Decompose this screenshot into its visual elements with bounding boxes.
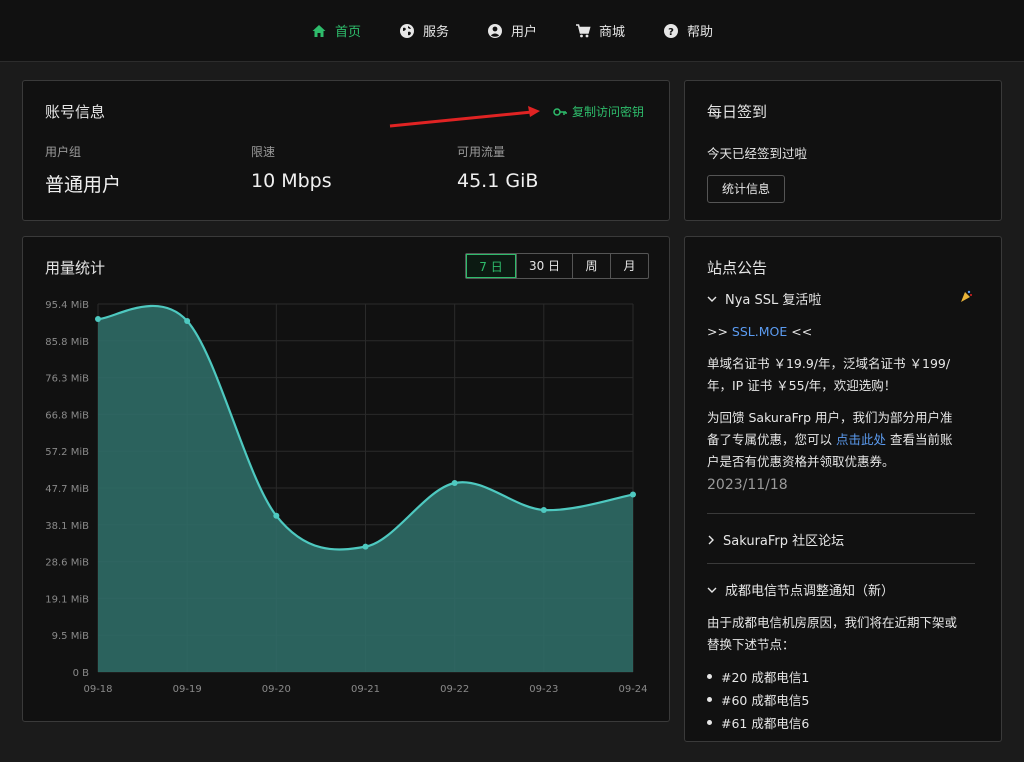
data-point (451, 479, 458, 486)
nav-user-label: 用户 (510, 25, 537, 40)
y-tick-label: 9.5 MiB (52, 631, 89, 642)
y-tick-label: 66.8 MiB (45, 410, 89, 421)
nav-user[interactable]: 用户 (487, 21, 537, 40)
globe-icon (399, 23, 414, 38)
discount-text: 为回馈 SakuraFrp 用户，我们为部分用户准备了专属优惠，您可以 点击此处… (707, 407, 963, 473)
nav-services[interactable]: 服务 (399, 21, 449, 40)
notice-section-chengdu-title: 成都电信节点调整通知（新） (725, 584, 895, 599)
x-tick-label: 09-21 (351, 684, 380, 695)
y-tick-label: 76.3 MiB (45, 374, 89, 385)
y-tick-label: 28.6 MiB (45, 558, 89, 569)
checkin-title: 每日签到 (707, 103, 768, 121)
data-point (273, 512, 280, 519)
nav-services-label: 服务 (422, 25, 449, 40)
x-tick-label: 09-24 (618, 684, 647, 695)
stat-value-speed: 10 Mbps (251, 170, 332, 192)
y-tick-label: 85.8 MiB (45, 337, 89, 348)
usage-card: 用量统计 7 日 30 日 周 月 0 B 9.5 MiB 19.1 MiB 28.6… (22, 236, 670, 722)
nav-home[interactable]: 首页 (311, 21, 361, 40)
nav-shop[interactable]: 商城 (575, 21, 625, 40)
x-tick-label: 09-20 (262, 684, 291, 695)
notice-section-chengdu[interactable]: 成都电信节点调整通知（新） (707, 580, 894, 599)
notice-section-forum-title: SakuraFrp 社区论坛 (723, 534, 845, 549)
ssl-link-line: >> SSL.MOE << (707, 321, 963, 343)
divider (707, 513, 975, 514)
y-tick-label: 19.1 MiB (45, 594, 89, 605)
click-here-link[interactable]: 点击此处 (836, 432, 886, 447)
notice-section-forum[interactable]: SakuraFrp 社区论坛 (707, 530, 844, 549)
ssl-link-suffix: << (787, 324, 813, 339)
top-nav: 首页 服务 用户 商城 ? 帮助 (0, 0, 1024, 62)
notice-card: 站点公告 Nya SSL 复活啦 >> SSL.MOE << 单域名证书 ￥19… (684, 236, 1002, 742)
data-point (630, 491, 636, 498)
x-tick-label: 09-22 (440, 684, 469, 695)
home-icon (312, 24, 326, 37)
y-tick-label: 95.4 MiB (45, 300, 89, 311)
stat-label-speed: 限速 (251, 145, 276, 159)
list-item: #20 成都电信1 (706, 667, 809, 686)
nav-home-label: 首页 (334, 25, 361, 40)
usage-chart: 0 B 9.5 MiB 19.1 MiB 28.6 MiB 38.1 MiB 47.7 M… (45, 300, 647, 695)
user-icon (487, 23, 502, 38)
nav-help[interactable]: ? 帮助 (663, 21, 713, 40)
chevron-right-icon (708, 535, 714, 544)
y-tick-label: 47.7 MiB (45, 484, 89, 495)
key-icon (553, 107, 567, 116)
account-title: 账号信息 (45, 103, 106, 121)
stat-label-group: 用户组 (45, 145, 82, 159)
data-point (95, 316, 101, 323)
data-point (540, 506, 547, 513)
cart-icon (576, 23, 591, 37)
list-item: #60 成都电信5 (706, 690, 809, 709)
x-tick-label: 09-23 (529, 684, 558, 695)
list-item: #61 成都电信6 (706, 713, 809, 732)
nav-help-label: 帮助 (687, 25, 714, 40)
stats-button[interactable]: 统计信息 (707, 175, 785, 203)
x-tick-label: 09-19 (173, 684, 202, 695)
help-icon: ? (664, 23, 679, 38)
ssl-link-prefix: >> (707, 324, 732, 339)
notice-title: 站点公告 (707, 259, 768, 277)
nav-shop-label: 商城 (599, 25, 626, 40)
stat-value-group: 普通用户 (45, 174, 122, 196)
y-tick-label: 57.2 MiB (45, 447, 89, 458)
party-icon (961, 290, 972, 302)
notice-date: 2023/11/18 (707, 477, 788, 493)
svg-text:?: ? (668, 27, 674, 38)
copy-key-label: 复制访问密钥 (572, 105, 645, 119)
stat-value-traffic: 45.1 GiB (457, 170, 539, 192)
checkin-status: 今天已经签到过啦 (707, 146, 808, 161)
stat-label-traffic: 可用流量 (457, 145, 506, 159)
y-tick-label: 38.1 MiB (45, 521, 89, 532)
divider (707, 563, 975, 564)
ssl-price-text: 单域名证书 ￥19.9/年，泛域名证书 ￥199/年，IP 证书 ￥55/年，欢… (707, 356, 951, 393)
data-point (184, 317, 191, 324)
chevron-down-icon (707, 587, 717, 593)
account-card: 账号信息 复制访问密钥 用户组 普通用户 限速 10 Mbps 可用流量 45.… (22, 80, 670, 221)
copy-key-link[interactable]: 复制访问密钥 (553, 103, 644, 120)
checkin-card: 每日签到 今天已经签到过啦 统计信息 (684, 80, 1002, 221)
x-tick-label: 09-18 (83, 684, 112, 695)
ssl-moe-link[interactable]: SSL.MOE (732, 324, 787, 339)
data-point (362, 543, 369, 550)
notice-section-ssl[interactable]: Nya SSL 复活啦 (707, 289, 821, 308)
notice-section-ssl-title: Nya SSL 复活啦 (725, 293, 822, 308)
y-tick-label: 0 B (73, 668, 90, 679)
chevron-down-icon (707, 296, 717, 302)
annotation-arrow (389, 106, 540, 128)
chengdu-text: 由于成都电信机房原因，我们将在近期下架或替换下述节点： (707, 615, 958, 652)
